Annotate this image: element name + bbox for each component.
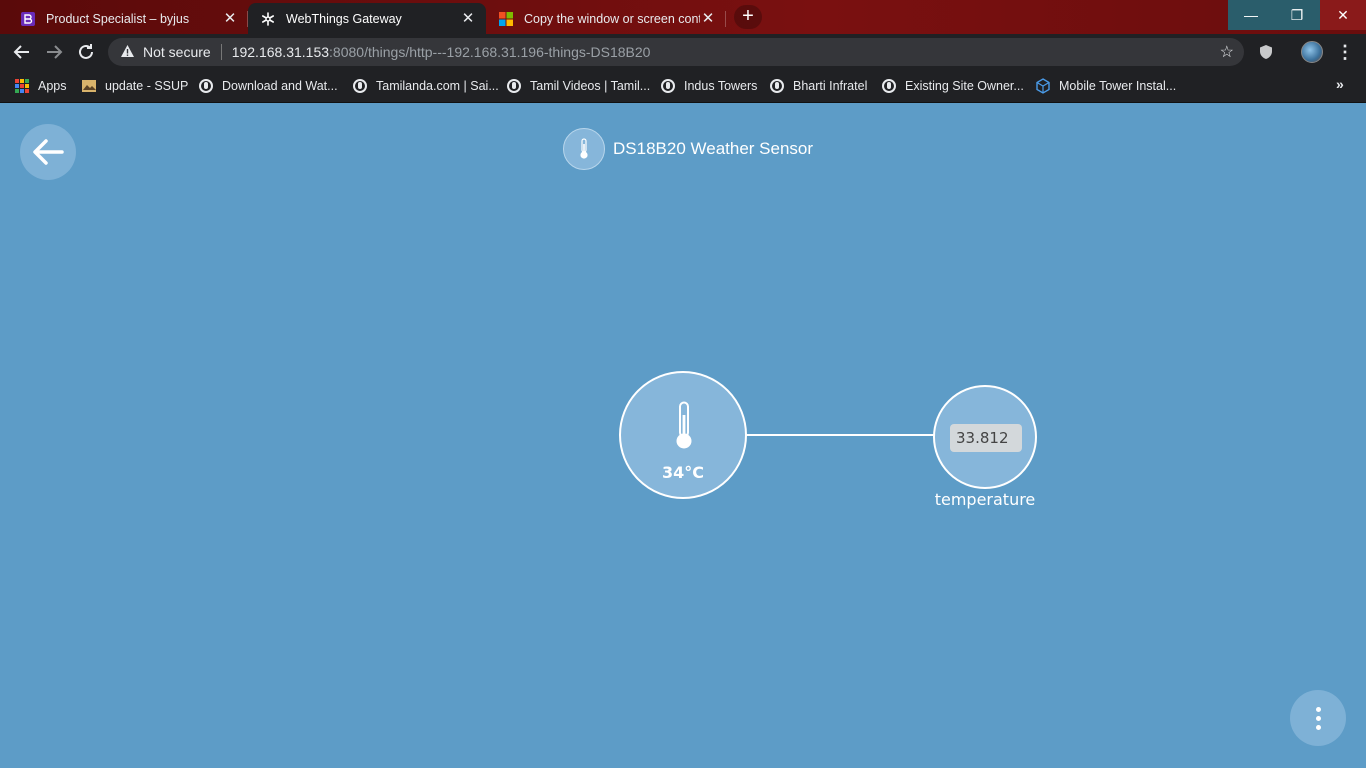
thing-detail-page: DS18B20 Weather Sensor 34°C 33.812 tempe… xyxy=(0,103,1366,768)
warning-icon xyxy=(120,44,135,61)
bookmark-tamilanda[interactable]: Tamilanda.com | Sai... xyxy=(352,76,499,96)
bookmark-label: Bharti Infratel xyxy=(793,79,868,93)
thing-header: DS18B20 Weather Sensor xyxy=(563,128,813,170)
overflow-menu-button[interactable] xyxy=(1290,690,1346,746)
dot xyxy=(1315,724,1321,730)
bookmark-label: Download and Wat... xyxy=(222,79,338,93)
bookmark-mobile-tower[interactable]: Mobile Tower Instal... xyxy=(1035,76,1176,96)
bookmark-label: Apps xyxy=(38,79,67,93)
forward-arrow-icon[interactable] xyxy=(42,40,66,64)
bookmark-apps[interactable]: Apps xyxy=(14,76,67,96)
globe-icon xyxy=(198,78,214,94)
browser-menu-icon[interactable]: ⋮ xyxy=(1336,40,1354,64)
new-tab-button[interactable]: + xyxy=(734,5,762,29)
bookmark-update-ssup[interactable]: update - SSUP xyxy=(81,76,188,96)
apps-grid-icon xyxy=(14,78,30,94)
bookmark-label: Tamilanda.com | Sai... xyxy=(376,79,499,93)
globe-icon xyxy=(769,78,785,94)
browser-toolbar: Not secure 192.168.31.153 :8080/things/h… xyxy=(0,34,1366,70)
temperature-property: 33.812 xyxy=(933,385,1037,489)
tab-title: WebThings Gateway xyxy=(286,11,402,26)
tab-title: Product Specialist – byjus xyxy=(46,11,190,26)
thermometer-icon xyxy=(674,401,694,456)
bookmark-bharti-infratel[interactable]: Bharti Infratel xyxy=(769,76,867,96)
bookmark-star-icon[interactable]: ☆ xyxy=(1220,42,1234,62)
property-connector-line xyxy=(746,434,934,436)
url-path: :8080/things/http---192.168.31.196-thing… xyxy=(329,44,651,60)
profile-avatar[interactable] xyxy=(1301,41,1323,63)
property-label: temperature xyxy=(934,490,1036,509)
bookmarks-bar: Apps update - SSUP Download and Wat... T… xyxy=(0,70,1366,103)
globe-icon xyxy=(660,78,676,94)
webthings-icon xyxy=(260,11,276,27)
back-arrow-icon[interactable] xyxy=(10,40,34,64)
reload-icon[interactable] xyxy=(74,40,98,64)
bookmark-label: Mobile Tower Instal... xyxy=(1059,79,1177,93)
tab-close-icon[interactable]: ✕ xyxy=(700,10,716,27)
minimize-button[interactable]: — xyxy=(1228,0,1274,30)
bookmark-download-and-watch[interactable]: Download and Wat... xyxy=(198,76,338,96)
tab-product-specialist[interactable]: Product Specialist – byjus ✕ xyxy=(8,3,248,34)
tab-webthings-gateway[interactable]: WebThings Gateway ✕ xyxy=(248,3,486,34)
byjus-icon xyxy=(20,11,36,27)
url-host: 192.168.31.153 xyxy=(231,44,330,60)
tab-close-icon[interactable]: ✕ xyxy=(460,10,476,27)
bookmark-label: Tamil Videos | Tamil... xyxy=(530,79,651,93)
globe-icon xyxy=(881,78,897,94)
bookmark-label: Existing Site Owner... xyxy=(905,79,1024,93)
dot xyxy=(1315,706,1321,712)
page-title: DS18B20 Weather Sensor xyxy=(613,139,814,158)
globe-icon xyxy=(506,78,522,94)
browser-tab-strip: Product Specialist – byjus ✕ WebThings G… xyxy=(0,0,1366,34)
bookmark-favicon xyxy=(81,78,97,94)
dot xyxy=(1315,715,1321,721)
cube-icon xyxy=(1035,78,1051,94)
bookmark-label: Indus Towers xyxy=(684,79,758,93)
security-label[interactable]: Not secure xyxy=(143,44,211,60)
tab-copy-window[interactable]: Copy the window or screen conte ✕ xyxy=(486,3,726,34)
back-button[interactable] xyxy=(20,124,76,180)
bookmark-tamil-videos[interactable]: Tamil Videos | Tamil... xyxy=(506,76,650,96)
more-bookmarks-icon[interactable]: » xyxy=(1336,76,1344,92)
microsoft-icon xyxy=(498,11,514,27)
tab-close-icon[interactable]: ✕ xyxy=(222,10,238,27)
globe-icon xyxy=(352,78,368,94)
close-window-button[interactable]: ✕ xyxy=(1320,0,1366,30)
thermometer-icon xyxy=(563,128,605,170)
temperature-value-field[interactable]: 33.812 xyxy=(950,424,1022,452)
address-bar[interactable]: Not secure 192.168.31.153 :8080/things/h… xyxy=(108,38,1244,66)
bookmark-label: update - SSUP xyxy=(105,79,189,93)
bookmark-existing-site-owner[interactable]: Existing Site Owner... xyxy=(881,76,1024,96)
tab-title: Copy the window or screen conte xyxy=(524,11,700,26)
restore-button[interactable]: ❐ xyxy=(1274,0,1320,30)
thing-main-capability: 34°C xyxy=(619,371,747,499)
divider xyxy=(220,44,222,60)
extension-shield-icon[interactable] xyxy=(1258,44,1274,60)
temperature-reading: 34°C xyxy=(661,463,704,482)
back-arrow-icon xyxy=(33,139,64,165)
bookmark-indus-towers[interactable]: Indus Towers xyxy=(660,76,757,96)
